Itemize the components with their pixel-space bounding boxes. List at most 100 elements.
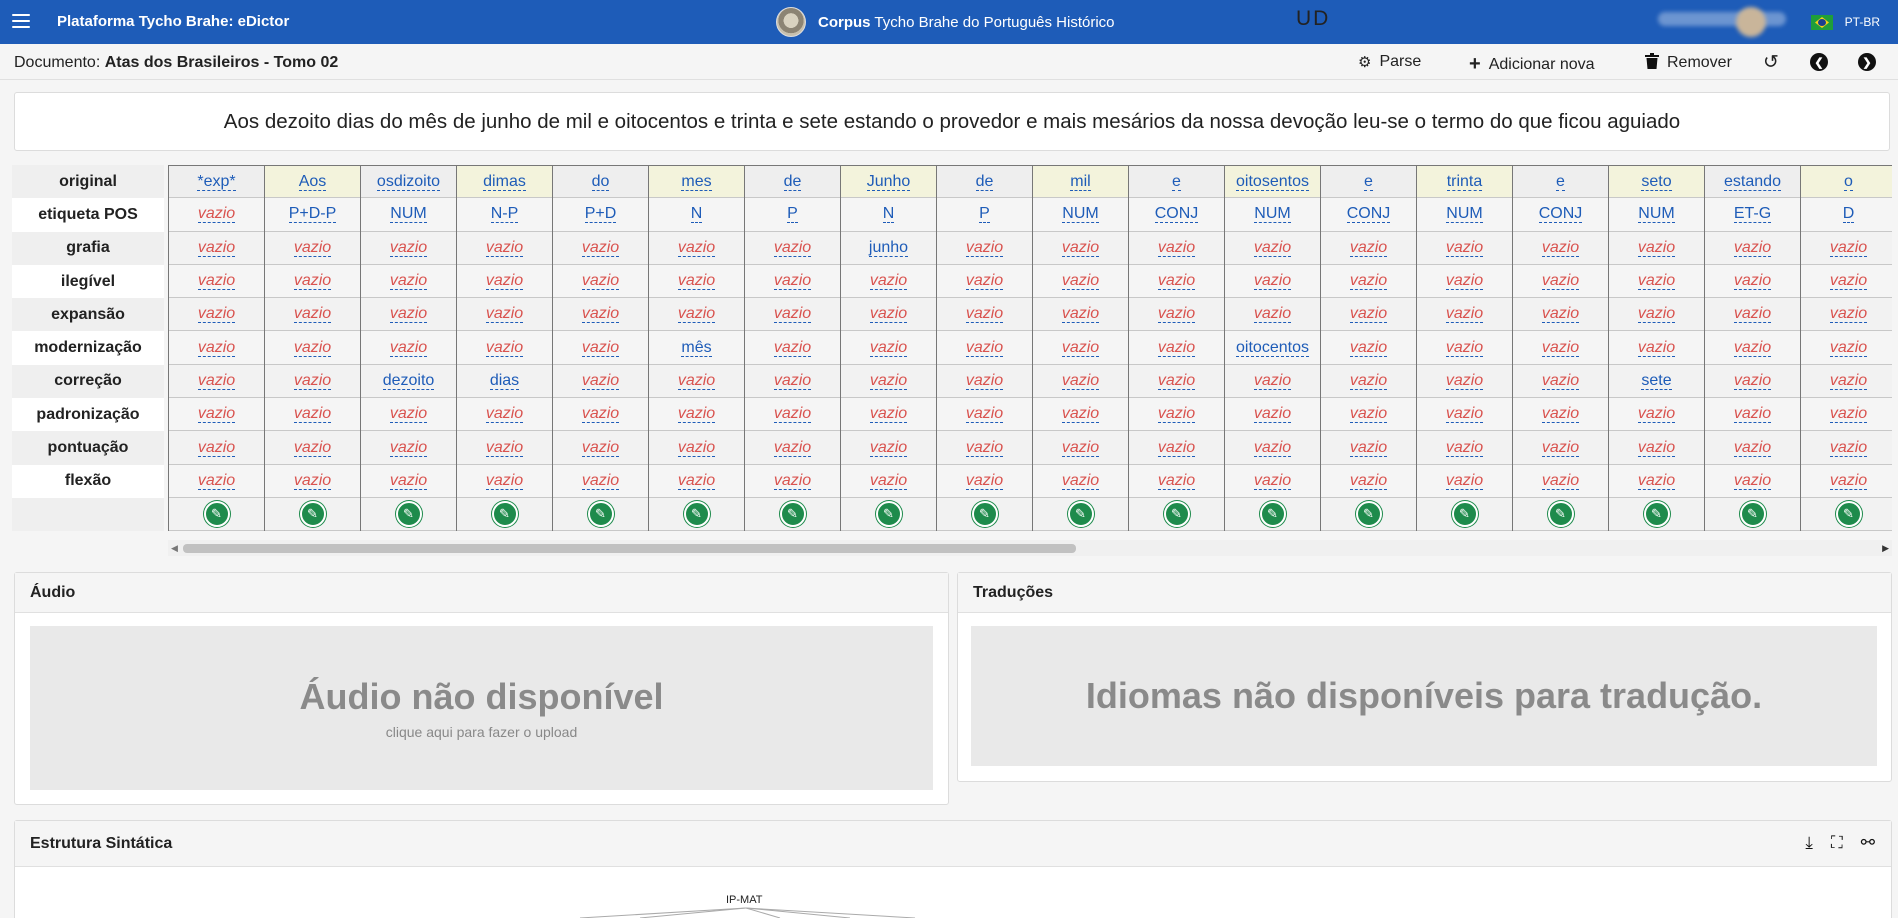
token-field-cell[interactable]: vazio bbox=[745, 298, 840, 332]
pencil-icon[interactable]: ✎ bbox=[875, 501, 902, 528]
token-original-cell[interactable]: e bbox=[1129, 165, 1224, 199]
token-field-cell[interactable]: vazio bbox=[1033, 465, 1128, 498]
token-field-empty[interactable]: vazio bbox=[1829, 372, 1868, 390]
token-field-empty[interactable]: vazio bbox=[677, 305, 716, 324]
token-field-cell[interactable]: vazio bbox=[1609, 231, 1704, 265]
token-field-cell[interactable]: vazio bbox=[553, 265, 648, 299]
token-field-cell[interactable]: vazio bbox=[1705, 298, 1800, 332]
token-field-empty[interactable]: vazio bbox=[677, 439, 716, 457]
token-field-cell[interactable]: vazio bbox=[1801, 265, 1892, 299]
token-field-cell[interactable]: vazio bbox=[841, 265, 936, 299]
token-field-cell[interactable]: vazio bbox=[265, 265, 360, 299]
token-original[interactable]: de bbox=[783, 173, 802, 191]
token-field-cell[interactable]: P+D bbox=[553, 198, 648, 232]
parse-button[interactable]: ⚙ Parse bbox=[1358, 53, 1421, 71]
token-field-cell[interactable]: vazio bbox=[1321, 298, 1416, 332]
token-field-cell[interactable]: vazio bbox=[1033, 364, 1128, 399]
token-field-cell[interactable]: vazio bbox=[169, 231, 264, 265]
token-original[interactable]: e bbox=[1556, 173, 1565, 191]
token-field-empty[interactable]: vazio bbox=[1061, 372, 1100, 390]
token-field-cell[interactable]: vazio bbox=[169, 265, 264, 299]
token-field-empty[interactable]: vazio bbox=[485, 472, 524, 490]
token-field-cell[interactable]: vazio bbox=[649, 398, 744, 432]
token-field-empty[interactable]: vazio bbox=[1733, 239, 1772, 257]
token-field-empty[interactable]: vazio bbox=[1637, 339, 1676, 357]
token-field-empty[interactable]: vazio bbox=[773, 472, 812, 490]
token-field-cell[interactable]: vazio bbox=[265, 431, 360, 465]
token-field-empty[interactable]: vazio bbox=[293, 339, 332, 357]
token-field-cell[interactable]: vazio bbox=[745, 231, 840, 265]
token-field-cell[interactable]: vazio bbox=[1609, 431, 1704, 465]
token-field-cell[interactable]: vazio bbox=[1033, 298, 1128, 332]
token-field-cell[interactable]: vazio bbox=[745, 398, 840, 432]
token-field-empty[interactable]: vazio bbox=[197, 405, 236, 424]
token-field-cell[interactable]: vazio bbox=[361, 331, 456, 365]
scrollbar-thumb[interactable] bbox=[183, 544, 1076, 553]
token-field-cell[interactable]: vazio bbox=[457, 265, 552, 299]
token-field-cell[interactable]: vazio bbox=[361, 465, 456, 498]
token-field-cell[interactable]: vazio bbox=[649, 298, 744, 332]
token-field-empty[interactable]: vazio bbox=[581, 239, 620, 257]
token-original-cell[interactable]: *exp* bbox=[169, 165, 264, 199]
token-field-empty[interactable]: vazio bbox=[773, 439, 812, 457]
token-field-cell[interactable]: vazio bbox=[1801, 431, 1892, 465]
token-field-cell[interactable]: vazio bbox=[1609, 298, 1704, 332]
token-field-cell[interactable]: vazio bbox=[265, 231, 360, 265]
token-field-cell[interactable]: vazio bbox=[937, 331, 1032, 365]
token-original[interactable]: mes bbox=[681, 173, 712, 191]
token-field-empty[interactable]: vazio bbox=[1349, 339, 1388, 357]
token-field-value[interactable]: P bbox=[979, 205, 990, 224]
audio-upload-hint[interactable]: clique aqui para fazer o upload bbox=[386, 724, 577, 740]
token-field-empty[interactable]: vazio bbox=[869, 339, 908, 357]
token-field-cell[interactable]: vazio bbox=[649, 465, 744, 498]
token-field-cell[interactable]: vazio bbox=[1033, 265, 1128, 299]
token-field-cell[interactable]: vazio bbox=[1417, 431, 1512, 465]
token-field-value[interactable]: mês bbox=[681, 339, 712, 357]
token-field-value[interactable]: NUM bbox=[1638, 205, 1675, 224]
pencil-icon[interactable]: ✎ bbox=[203, 501, 230, 528]
brazil-flag-icon[interactable] bbox=[1811, 15, 1833, 30]
token-field-empty[interactable]: vazio bbox=[389, 305, 428, 324]
token-field-value[interactable]: junho bbox=[868, 239, 909, 257]
token-field-empty[interactable]: vazio bbox=[965, 272, 1004, 291]
token-field-empty[interactable]: vazio bbox=[1445, 439, 1484, 457]
token-field-cell[interactable]: vazio bbox=[1321, 364, 1416, 399]
token-field-cell[interactable]: vazio bbox=[1225, 364, 1320, 399]
token-field-empty[interactable]: vazio bbox=[293, 372, 332, 390]
token-field-empty[interactable]: vazio bbox=[965, 305, 1004, 324]
token-field-empty[interactable]: vazio bbox=[293, 272, 332, 291]
token-field-cell[interactable]: vazio bbox=[649, 265, 744, 299]
token-original-cell[interactable]: dimas bbox=[457, 165, 552, 199]
token-field-cell[interactable]: vazio bbox=[1321, 431, 1416, 465]
token-field-empty[interactable]: vazio bbox=[1349, 472, 1388, 490]
token-field-empty[interactable]: vazio bbox=[1157, 339, 1196, 357]
token-field-cell[interactable]: NUM bbox=[361, 198, 456, 232]
token-field-empty[interactable]: vazio bbox=[1061, 305, 1100, 324]
token-original-cell[interactable]: e bbox=[1321, 165, 1416, 199]
pencil-icon[interactable]: ✎ bbox=[1259, 501, 1286, 528]
token-field-value[interactable]: N bbox=[690, 205, 703, 224]
token-original[interactable]: do bbox=[591, 173, 610, 191]
token-field-cell[interactable]: vazio bbox=[1513, 465, 1608, 498]
token-field-value[interactable]: N-P bbox=[490, 205, 519, 224]
token-field-cell[interactable]: mês bbox=[649, 331, 744, 365]
token-field-cell[interactable]: vazio bbox=[841, 364, 936, 399]
remove-button[interactable]: Remover bbox=[1645, 53, 1732, 73]
token-field-value[interactable]: N bbox=[882, 205, 895, 224]
token-original-cell[interactable]: oitosentos bbox=[1225, 165, 1320, 199]
token-field-value[interactable]: NUM bbox=[1254, 205, 1291, 224]
token-field-empty[interactable]: vazio bbox=[1733, 272, 1772, 291]
token-field-cell[interactable]: vazio bbox=[1321, 398, 1416, 432]
token-original-cell[interactable]: Aos bbox=[265, 165, 360, 199]
token-field-empty[interactable]: vazio bbox=[965, 339, 1004, 357]
token-field-cell[interactable]: vazio bbox=[1129, 265, 1224, 299]
token-original[interactable]: Aos bbox=[298, 173, 327, 191]
token-field-empty[interactable]: vazio bbox=[1349, 305, 1388, 324]
token-field-empty[interactable]: vazio bbox=[389, 272, 428, 291]
token-field-empty[interactable]: vazio bbox=[1061, 439, 1100, 457]
token-field-empty[interactable]: vazio bbox=[1733, 305, 1772, 324]
fullscreen-icon[interactable]: ⛶ bbox=[1831, 833, 1843, 853]
token-field-cell[interactable]: vazio bbox=[1129, 465, 1224, 498]
token-field-cell[interactable]: vazio bbox=[553, 398, 648, 432]
syntax-root-node[interactable]: IP-MAT bbox=[726, 894, 762, 906]
